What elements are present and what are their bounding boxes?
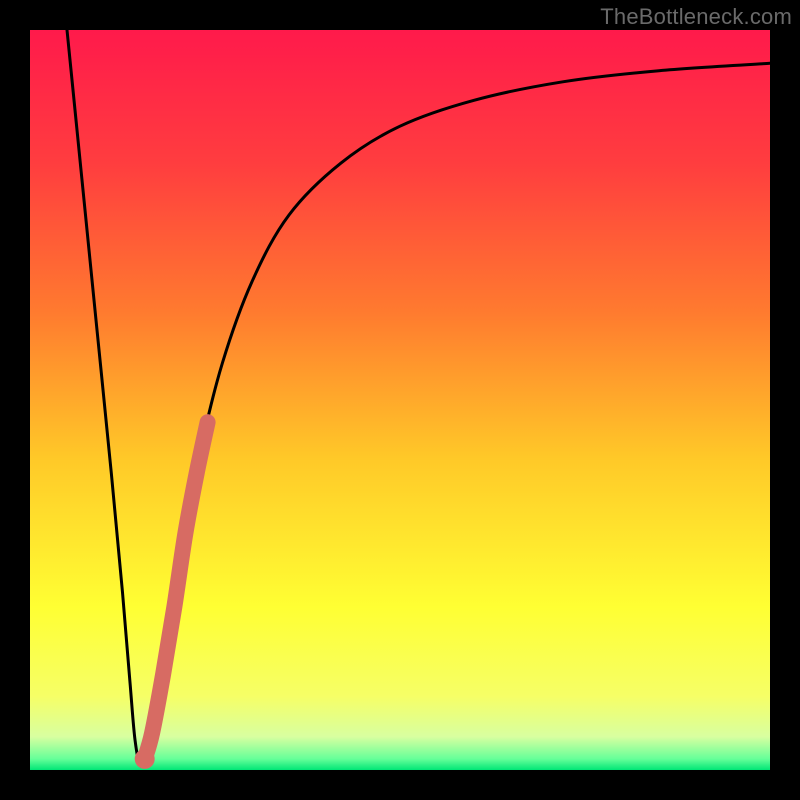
plot-area bbox=[30, 30, 770, 770]
highlight-end-dot bbox=[135, 749, 155, 769]
highlight-segment bbox=[145, 422, 208, 759]
chart-frame: TheBottleneck.com bbox=[0, 0, 800, 800]
watermark-label: TheBottleneck.com bbox=[600, 4, 792, 30]
bottleneck-curve bbox=[30, 30, 770, 770]
